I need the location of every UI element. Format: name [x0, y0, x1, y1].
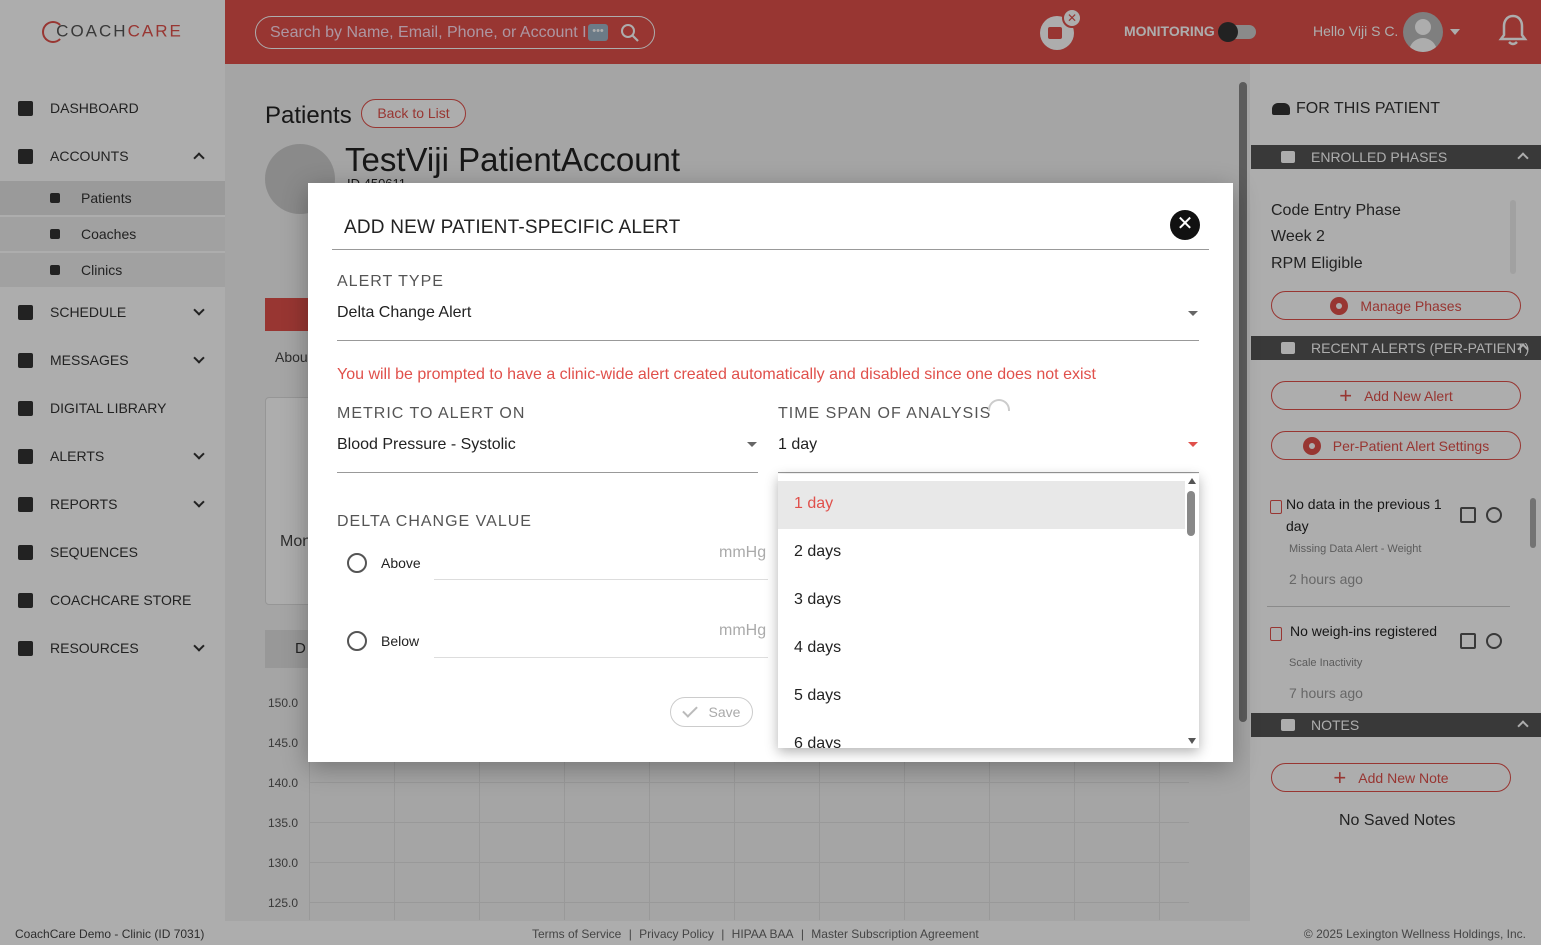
dropdown-option[interactable]: 4 days — [778, 625, 1185, 673]
below-label: Below — [381, 633, 420, 649]
warning-message: You will be prompted to have a clinic-wi… — [337, 366, 1096, 383]
chevron-down-icon[interactable] — [1188, 311, 1198, 316]
metric-select[interactable]: Blood Pressure - Systolic — [337, 436, 516, 454]
divider — [332, 249, 1209, 250]
above-label: Above — [381, 555, 421, 571]
save-button[interactable]: Save — [670, 697, 753, 727]
unit-label: mmHg — [719, 622, 767, 639]
modal-title: ADD NEW PATIENT-SPECIFIC ALERT — [344, 217, 681, 238]
unit-label: mmHg — [719, 544, 767, 561]
dropdown-scrollbar[interactable] — [1185, 474, 1199, 748]
timespan-underline — [778, 472, 1199, 473]
alert-type-label: ALERT TYPE — [337, 273, 444, 290]
close-icon[interactable]: ✕ — [1170, 210, 1200, 240]
scroll-down-icon[interactable] — [1188, 738, 1196, 744]
dropdown-option[interactable]: 5 days — [778, 673, 1185, 721]
check-icon — [681, 702, 698, 718]
alert-type-underline — [337, 340, 1199, 341]
dropdown-option[interactable]: 1 day — [778, 481, 1185, 529]
above-input[interactable] — [434, 579, 768, 580]
chevron-down-icon[interactable] — [1188, 442, 1198, 447]
metric-underline — [337, 472, 758, 473]
above-radio[interactable] — [347, 553, 367, 573]
timespan-select[interactable]: 1 day — [778, 436, 817, 454]
chevron-down-icon[interactable] — [747, 442, 757, 447]
metric-label: METRIC TO ALERT ON — [337, 405, 526, 422]
timespan-dropdown: 1 day 2 days 3 days 4 days 5 days 6 days — [778, 474, 1199, 748]
dropdown-option[interactable]: 6 days — [778, 721, 1185, 748]
below-input[interactable] — [434, 657, 768, 658]
alert-type-select[interactable]: Delta Change Alert — [337, 304, 471, 322]
dropdown-option[interactable]: 3 days — [778, 577, 1185, 625]
timespan-label: TIME SPAN OF ANALYSIS — [778, 405, 992, 422]
help-icon[interactable] — [988, 399, 1010, 411]
scroll-up-icon[interactable] — [1188, 478, 1196, 484]
dropdown-option[interactable]: 2 days — [778, 529, 1185, 577]
below-radio[interactable] — [347, 631, 367, 651]
delta-change-label: DELTA CHANGE VALUE — [337, 513, 532, 530]
